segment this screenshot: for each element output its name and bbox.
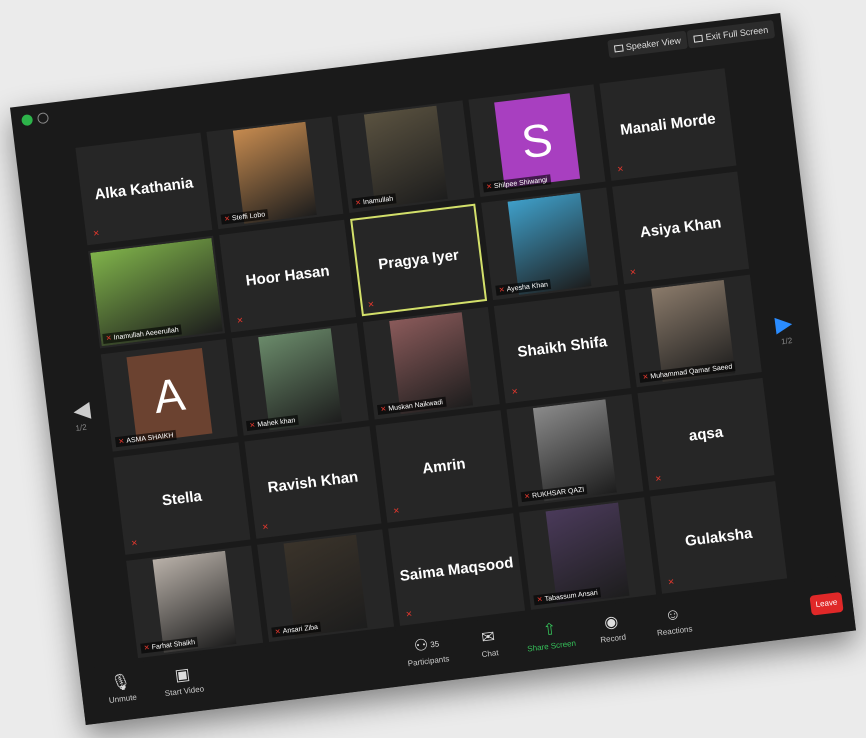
participant-name: Manali Morde — [619, 110, 717, 139]
participant-name: Stella — [161, 487, 203, 510]
mic-muted-icon: ✕ — [236, 315, 244, 326]
participant-name: Hoor Hasan — [244, 262, 331, 290]
participant-tile[interactable]: S ✕Shilpee Shiwangi — [468, 84, 606, 197]
record-button[interactable]: ◉ Record — [580, 609, 643, 647]
mic-muted-icon: ✕ — [642, 373, 649, 382]
mic-muted-icon: ✕ — [523, 493, 531, 501]
exit-full-screen-button[interactable]: Exit Full Screen — [686, 19, 776, 49]
participant-tile[interactable]: Gulaksha ✕ — [650, 481, 788, 594]
mic-muted-icon: ✕ — [405, 609, 413, 620]
participant-tile[interactable]: ✕Inamullah Aeeerullah — [88, 235, 226, 349]
participant-name: Shaikh Shifa — [516, 333, 609, 362]
mic-muted-icon: ✕ — [498, 286, 506, 295]
mic-muted-icon: ✕ — [510, 386, 519, 397]
next-page-icon[interactable]: ▶ — [774, 310, 794, 338]
mic-muted-icon: ✕ — [392, 506, 401, 516]
prev-page-icon[interactable]: ◀ — [72, 396, 92, 424]
participant-tile[interactable]: Ravish Khan ✕ — [244, 426, 382, 539]
video-feed — [258, 328, 343, 431]
participant-name: Shilpee Shiwangi — [493, 176, 548, 191]
participant-tile[interactable]: Asiya Khan ✕ — [612, 171, 750, 285]
unmute-button[interactable]: 🎙 Unmute — [90, 669, 153, 707]
participant-tile[interactable]: ✕Tabassum Ansari — [519, 497, 657, 610]
participant-name: Amrin — [421, 455, 467, 478]
avatar: A — [126, 348, 213, 443]
security-shield-icon[interactable] — [21, 113, 34, 127]
mic-muted-icon: ✕ — [536, 596, 544, 605]
page-indicator-right: 1/2 — [780, 336, 793, 347]
mic-muted-icon: ✕ — [367, 299, 375, 310]
participant-tile[interactable]: Manali Morde ✕ — [599, 68, 737, 181]
participant-label: ✕ASMA SHAIKH — [114, 429, 178, 448]
reactions-button[interactable]: ☺ Reactions — [642, 601, 705, 639]
participant-tile[interactable]: ✕Steffi Lobo — [206, 116, 344, 230]
mic-muted-icon: ✕ — [380, 405, 387, 414]
mic-muted-icon: ✕ — [629, 267, 637, 278]
participant-grid: Alka Kathania ✕ ✕Steffi Lobo ✕Inamullah S ✕Sh… — [75, 68, 788, 659]
participant-tile[interactable]: Pragya Iyer ✕ — [350, 203, 488, 317]
mic-muted-icon: ✕ — [92, 228, 101, 239]
participant-tile[interactable]: Shaikh Shifa ✕ — [493, 290, 631, 404]
participant-name: Asiya Khan — [639, 214, 723, 242]
participant-name: ASMA SHAIKH — [125, 432, 174, 445]
grid-view-icon — [613, 44, 624, 53]
mic-muted-icon: ✕ — [143, 644, 151, 653]
participant-tile[interactable]: Amrin ✕ — [375, 410, 513, 523]
video-feed — [283, 534, 368, 637]
participant-name: Saima Maqsood — [398, 554, 515, 586]
mic-muted-icon: ✕ — [354, 199, 362, 208]
video-feed — [363, 105, 448, 208]
mic-muted-icon: ✕ — [105, 334, 113, 343]
share-screen-button[interactable]: ⇧ Share Screen — [519, 616, 582, 654]
participant-tile[interactable]: ✕Inamullah — [337, 100, 475, 214]
mic-muted-icon: ✕ — [274, 628, 282, 637]
mic-muted-icon: ✕ — [261, 522, 270, 532]
participant-tile[interactable]: Alka Kathania ✕ — [75, 132, 213, 246]
chat-button[interactable]: ✉ Chat — [457, 624, 520, 662]
participant-tile[interactable]: Stella ✕ — [113, 442, 251, 555]
participant-count: 35 — [429, 639, 440, 650]
participant-tile[interactable]: ✕Muhammad Qamar Saeed — [624, 274, 762, 388]
participant-tile[interactable]: aqsa ✕ — [637, 377, 775, 491]
mic-muted-icon: ✕ — [485, 183, 493, 192]
participant-name: Alka Kathania — [93, 174, 195, 204]
mic-muted-icon: ✕ — [654, 473, 663, 484]
exit-fullscreen-icon — [693, 34, 704, 43]
mic-muted-icon: ✕ — [130, 538, 139, 549]
avatar: S — [494, 93, 580, 188]
participant-tile[interactable]: ✕Mahek khan — [231, 322, 369, 436]
participant-tile[interactable]: ✕Muskan Naikwadi — [362, 306, 500, 420]
participant-name: Gulaksha — [684, 524, 754, 550]
info-icon[interactable] — [36, 112, 50, 125]
leave-button[interactable]: Leave — [809, 591, 844, 616]
mic-muted-icon: ✕ — [667, 577, 675, 587]
video-feed — [232, 121, 317, 224]
mic-muted-icon: ✕ — [223, 215, 231, 224]
mic-muted-icon: ✕ — [118, 438, 125, 446]
participants-icon: ⚇ — [413, 636, 430, 656]
page-indicator-left: 1/2 — [75, 422, 88, 433]
participant-tile[interactable]: ✕Ayesha Khan — [481, 187, 619, 301]
participant-tile[interactable]: ✕RUKHSAR QAZI — [506, 393, 644, 507]
participants-button[interactable]: ⚇35 Participants — [396, 631, 459, 669]
meeting-window: Speaker View Exit Full Screen ◀ 1/2 ▶ 1/… — [9, 13, 857, 725]
mic-muted-icon: ✕ — [616, 164, 625, 175]
participant-tile[interactable]: Hoor Hasan ✕ — [219, 219, 357, 333]
mic-muted-icon: ✕ — [249, 422, 256, 430]
participant-tile[interactable]: ✕Farhat Shaikh — [126, 545, 264, 659]
participant-name: Ravish Khan — [266, 468, 360, 497]
participant-tile[interactable]: ✕Ansari Ziba — [257, 529, 395, 643]
start-video-button[interactable]: ▣ Start Video — [151, 661, 214, 699]
speaker-view-button[interactable]: Speaker View — [606, 30, 688, 59]
participant-tile[interactable]: A ✕ASMA SHAIKH — [100, 339, 238, 452]
participant-name: aqsa — [687, 423, 724, 445]
participant-name: Pragya Iyer — [377, 246, 460, 274]
participant-tile[interactable]: Saima Maqsood ✕ — [388, 513, 526, 626]
